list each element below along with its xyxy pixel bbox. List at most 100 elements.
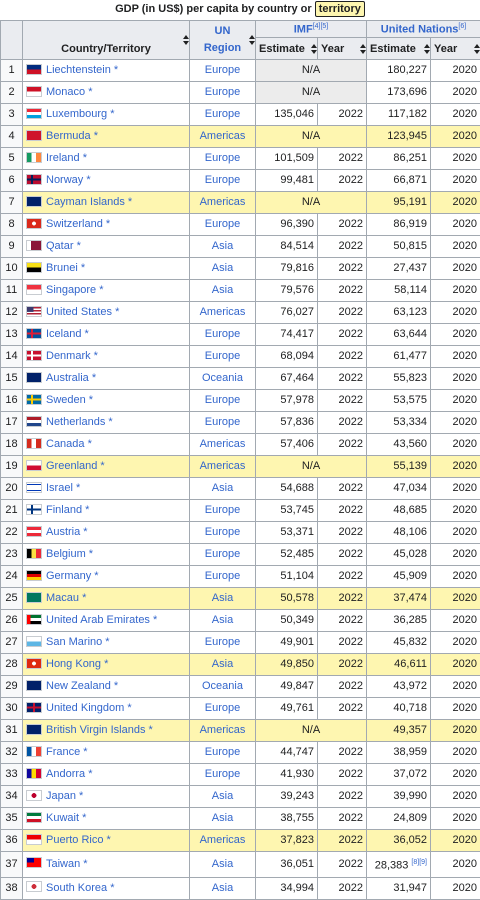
country-link[interactable]: Puerto Rico * xyxy=(46,834,111,846)
country-link[interactable]: Liechtenstein * xyxy=(46,64,118,76)
country-header[interactable]: Country/Territory xyxy=(23,21,190,60)
region-link[interactable]: Asia xyxy=(212,262,233,274)
imf-link[interactable]: IMF xyxy=(294,23,313,35)
country-link[interactable]: South Korea * xyxy=(46,882,115,894)
country-link[interactable]: Netherlands * xyxy=(46,416,113,428)
table-row: 19Greenland *AmericasN/A55,1392020 xyxy=(1,456,480,478)
rank-cell: 14 xyxy=(1,346,23,368)
country-link[interactable]: Germany * xyxy=(46,570,99,582)
region-link[interactable]: Europe xyxy=(205,350,240,362)
un-estimate-ref[interactable]: [8][9] xyxy=(411,859,427,866)
country-link[interactable]: Ireland * xyxy=(46,152,87,164)
imf-estimate-cell: 38,755 xyxy=(256,808,318,830)
territory-tag[interactable]: territory xyxy=(315,1,365,17)
region-link[interactable]: Europe xyxy=(205,526,240,538)
un-estimate-header[interactable]: Estimate xyxy=(367,38,431,60)
country-link[interactable]: Qatar * xyxy=(46,240,81,252)
region-link[interactable]: Asia xyxy=(212,658,233,670)
imf-estimate-header[interactable]: Estimate xyxy=(256,38,318,60)
rank-cell: 33 xyxy=(1,764,23,786)
region-link[interactable]: Europe xyxy=(205,394,240,406)
country-link[interactable]: Macau * xyxy=(46,592,86,604)
country-link[interactable]: Cayman Islands * xyxy=(46,196,132,208)
country-link[interactable]: Canada * xyxy=(46,438,92,450)
region-header[interactable]: UN Region xyxy=(190,21,256,60)
country-link[interactable]: United States * xyxy=(46,306,119,318)
country-link[interactable]: Kuwait * xyxy=(46,812,86,824)
country-link[interactable]: San Marino * xyxy=(46,636,110,648)
country-link[interactable]: Denmark * xyxy=(46,350,98,362)
country-link[interactable]: Greenland * xyxy=(46,460,105,472)
country-link[interactable]: Andorra * xyxy=(46,768,92,780)
un-ref[interactable]: [6] xyxy=(458,23,466,30)
region-header-link-1[interactable]: UN xyxy=(215,25,231,37)
imf-year-header[interactable]: Year xyxy=(318,38,367,60)
region-link[interactable]: Oceania xyxy=(202,680,243,692)
un-estimate-value: 24,809 xyxy=(393,812,427,824)
region-link[interactable]: Oceania xyxy=(202,372,243,384)
country-link[interactable]: Finland * xyxy=(46,504,89,516)
un-year-header[interactable]: Year xyxy=(431,38,480,60)
country-link[interactable]: Taiwan * xyxy=(46,858,88,870)
region-link[interactable]: Asia xyxy=(212,284,233,296)
region-link[interactable]: Asia xyxy=(212,240,233,252)
country-cell: Australia * xyxy=(23,368,190,390)
country-link[interactable]: Norway * xyxy=(46,174,91,186)
region-link[interactable]: Asia xyxy=(212,482,233,494)
region-link[interactable]: Americas xyxy=(200,460,246,472)
region-link[interactable]: Americas xyxy=(200,130,246,142)
un-link[interactable]: United Nations xyxy=(381,23,459,35)
country-link[interactable]: Hong Kong * xyxy=(46,658,108,670)
country-link[interactable]: New Zealand * xyxy=(46,680,118,692)
country-cell: Canada * xyxy=(23,434,190,456)
region-link[interactable]: Asia xyxy=(212,614,233,626)
region-link[interactable]: Asia xyxy=(212,790,233,802)
region-link[interactable]: Europe xyxy=(205,152,240,164)
region-link[interactable]: Europe xyxy=(205,746,240,758)
region-link[interactable]: Europe xyxy=(205,64,240,76)
region-header-link-2[interactable]: Region xyxy=(204,42,241,54)
region-link[interactable]: Europe xyxy=(205,174,240,186)
region-link[interactable]: Europe xyxy=(205,548,240,560)
region-cell: Europe xyxy=(190,544,256,566)
country-link[interactable]: Japan * xyxy=(46,790,83,802)
table-row: 20Israel *Asia54,688202247,0342020 xyxy=(1,478,480,500)
country-link[interactable]: Singapore * xyxy=(46,284,104,296)
region-link[interactable]: Europe xyxy=(205,416,240,428)
country-link[interactable]: Switzerland * xyxy=(46,218,110,230)
imf-ref[interactable]: [4][5] xyxy=(313,23,329,30)
region-link[interactable]: Asia xyxy=(212,858,233,870)
region-link[interactable]: Asia xyxy=(212,812,233,824)
region-link[interactable]: Europe xyxy=(205,504,240,516)
region-link[interactable]: Europe xyxy=(205,702,240,714)
region-link[interactable]: Europe xyxy=(205,108,240,120)
imf-na-cell: N/A xyxy=(256,456,367,478)
region-link[interactable]: Europe xyxy=(205,636,240,648)
region-link[interactable]: Europe xyxy=(205,218,240,230)
country-link[interactable]: Austria * xyxy=(46,526,88,538)
region-link[interactable]: Americas xyxy=(200,196,246,208)
country-link[interactable]: Brunei * xyxy=(46,262,85,274)
region-link[interactable]: Europe xyxy=(205,328,240,340)
region-link[interactable]: Europe xyxy=(205,86,240,98)
region-link[interactable]: Americas xyxy=(200,834,246,846)
country-link[interactable]: Australia * xyxy=(46,372,96,384)
country-link[interactable]: Belgium * xyxy=(46,548,93,560)
region-link[interactable]: Americas xyxy=(200,306,246,318)
region-link[interactable]: Europe xyxy=(205,570,240,582)
country-link[interactable]: Sweden * xyxy=(46,394,93,406)
region-link[interactable]: Americas xyxy=(200,438,246,450)
country-link[interactable]: France * xyxy=(46,746,88,758)
country-link[interactable]: Bermuda * xyxy=(46,130,98,142)
country-link[interactable]: Iceland * xyxy=(46,328,89,340)
country-link[interactable]: British Virgin Islands * xyxy=(46,724,153,736)
country-link[interactable]: United Arab Emirates * xyxy=(46,614,157,626)
country-link[interactable]: Luxembourg * xyxy=(46,108,115,120)
region-link[interactable]: Europe xyxy=(205,768,240,780)
country-link[interactable]: United Kingdom * xyxy=(46,702,132,714)
region-link[interactable]: Americas xyxy=(200,724,246,736)
region-link[interactable]: Asia xyxy=(212,592,233,604)
region-link[interactable]: Asia xyxy=(212,882,233,894)
country-link[interactable]: Monaco * xyxy=(46,86,92,98)
country-link[interactable]: Israel * xyxy=(46,482,80,494)
